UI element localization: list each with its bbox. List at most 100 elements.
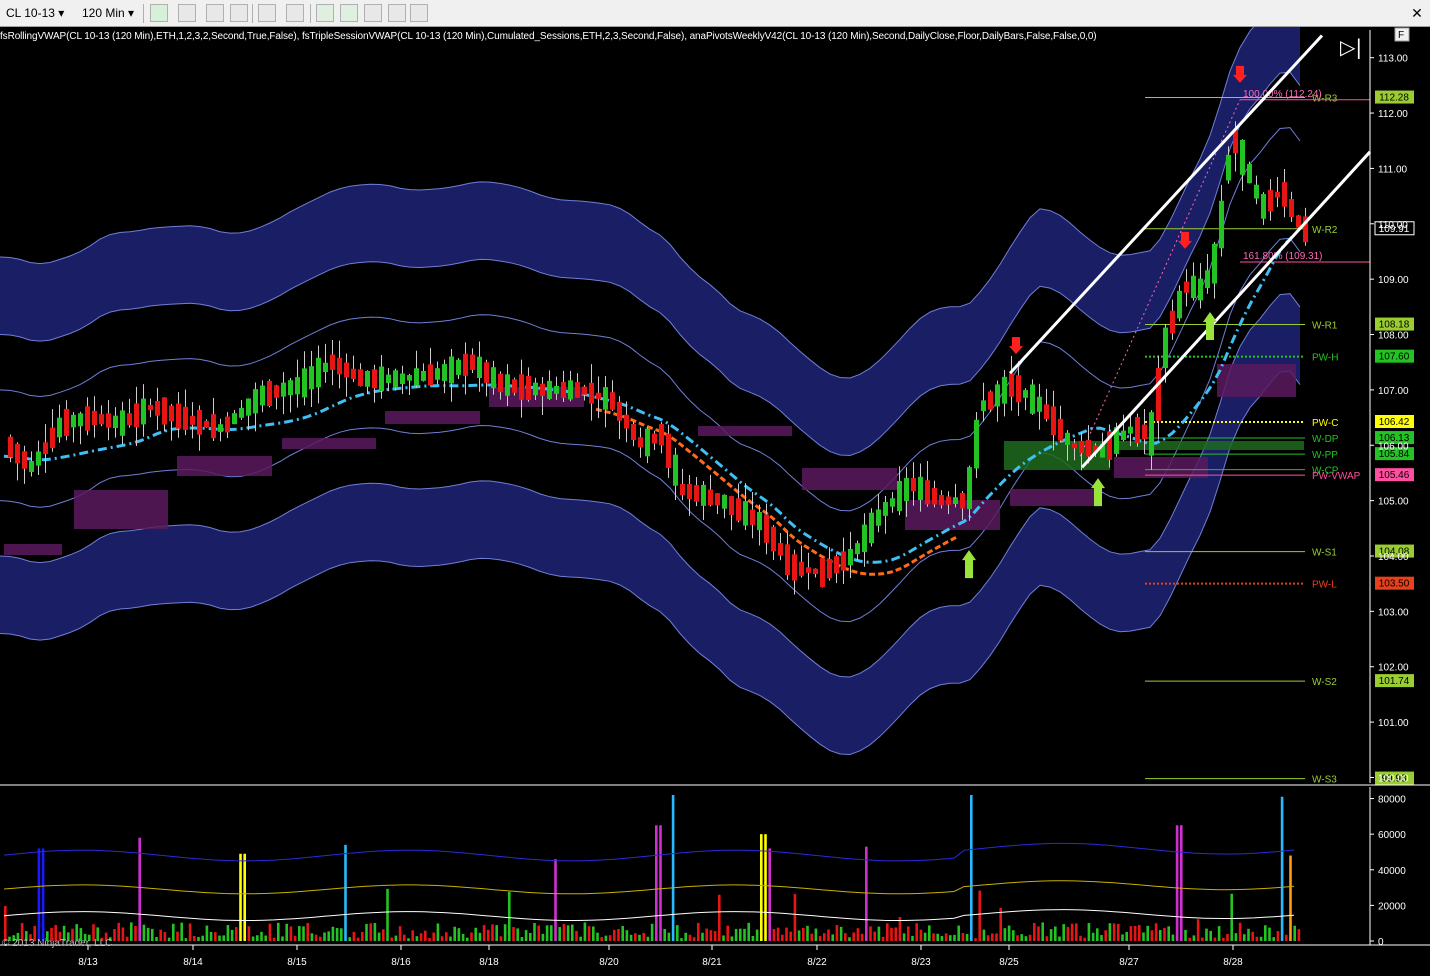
volume-bar	[592, 926, 595, 941]
candle-body	[736, 498, 741, 521]
volume-bar	[873, 931, 876, 941]
candle-body	[687, 483, 692, 500]
candle-body	[918, 476, 923, 501]
price-chart[interactable]: W-R3 112.28W-R2 109.91W-R1 108.18PW-H 107.60…	[0, 27, 1430, 976]
candle-body	[491, 367, 496, 389]
volume-bar	[692, 937, 696, 941]
candle-body	[407, 375, 412, 381]
candle-body	[85, 406, 90, 431]
volume-bar	[835, 925, 839, 941]
volume-bar	[302, 926, 305, 941]
volume-bar	[953, 934, 956, 941]
volume-bar	[844, 933, 847, 941]
volume-bar	[856, 928, 860, 941]
volume-bar	[487, 929, 490, 941]
data-box-icon[interactable]	[340, 4, 358, 22]
candle-body	[757, 512, 762, 531]
candle-body	[316, 357, 321, 388]
candle-body	[246, 398, 251, 416]
candle-body	[890, 498, 895, 507]
close-icon[interactable]: ✕	[1408, 4, 1426, 22]
price-tag-text: 106.42	[1379, 417, 1410, 428]
volume-bar	[1079, 935, 1082, 941]
volume-bar	[327, 931, 330, 941]
draw-pencil-icon[interactable]	[178, 4, 196, 22]
draw-tools-icon[interactable]	[206, 4, 224, 22]
candle-body	[1233, 130, 1238, 154]
play-forward-icon: ▷|	[1340, 35, 1362, 59]
volume-bar	[293, 935, 297, 941]
volume-bar	[1255, 936, 1259, 941]
candle-body	[1282, 182, 1287, 207]
candle-body	[1009, 373, 1014, 397]
candle-body	[365, 370, 370, 387]
volume-bar	[907, 926, 910, 941]
price-zone	[74, 490, 168, 529]
volume-bar	[890, 927, 893, 941]
instrument-selector[interactable]: CL 10-13 ▾	[6, 4, 64, 23]
volume-bar	[142, 924, 146, 941]
price-tag-text: 103.50	[1379, 579, 1410, 590]
candle-body	[1121, 430, 1126, 440]
volume-bar	[1247, 928, 1250, 941]
volume-bar	[659, 825, 662, 941]
volume-bar	[911, 935, 914, 941]
candle-body	[323, 362, 328, 372]
candle-body	[596, 392, 601, 399]
volume-bar	[1150, 930, 1154, 941]
bar-style-icon[interactable]	[150, 4, 168, 22]
volume-bar	[382, 929, 385, 941]
volume-bar	[272, 937, 276, 941]
price-zone	[698, 426, 792, 436]
candle-body	[960, 492, 965, 509]
time-tick-label: 8/13	[78, 957, 98, 968]
volume-bar	[1297, 929, 1301, 941]
candle-body	[932, 487, 937, 505]
volume-bar	[697, 922, 700, 941]
volume-bar	[1058, 936, 1061, 941]
volume-bar	[1234, 933, 1238, 941]
chart-trader-icon[interactable]	[316, 4, 334, 22]
volume-bar	[306, 922, 309, 941]
zoom-icon[interactable]	[286, 4, 304, 22]
volume-bar	[310, 933, 314, 941]
volume-bar	[1175, 825, 1179, 941]
volume-bar	[671, 795, 675, 941]
template-icon[interactable]	[410, 4, 428, 22]
pivot-label: W-S1	[1312, 548, 1337, 559]
candle-body	[778, 543, 783, 556]
volume-bar	[37, 848, 41, 941]
candle-body	[638, 437, 643, 448]
candle-body	[1296, 215, 1301, 228]
volume-bar	[201, 935, 204, 941]
volume-bar	[550, 925, 553, 941]
volume-bar	[214, 932, 217, 941]
volume-bar	[1213, 937, 1217, 941]
candle-body	[1247, 163, 1252, 184]
candle-body	[386, 374, 391, 384]
volume-bar	[1205, 928, 1208, 941]
volume-bar	[722, 935, 725, 941]
toolbar-separator	[310, 4, 311, 23]
timeframe-selector[interactable]: 120 Min ▾	[82, 4, 134, 23]
candle-body	[939, 494, 944, 506]
buy-arrow-icon	[1203, 312, 1217, 341]
candle-body	[456, 359, 461, 375]
strategies-icon[interactable]	[388, 4, 406, 22]
volume-bar	[1217, 926, 1221, 941]
indicators-icon[interactable]	[364, 4, 382, 22]
volume-bar	[1238, 922, 1242, 941]
volume-bar	[151, 928, 154, 941]
timeframe-label: 120 Min	[82, 6, 125, 20]
volume-bar	[277, 922, 280, 941]
candle-body	[120, 410, 125, 436]
volume-bar	[159, 929, 162, 941]
candle-body	[162, 397, 167, 425]
volume-bar	[365, 924, 368, 941]
volume-bar	[491, 924, 494, 941]
candle-body	[36, 451, 41, 466]
properties-icon[interactable]	[230, 4, 248, 22]
candle-body	[1128, 426, 1133, 434]
lower-band-fill	[0, 293, 1300, 755]
crosshair-icon[interactable]	[258, 4, 276, 22]
